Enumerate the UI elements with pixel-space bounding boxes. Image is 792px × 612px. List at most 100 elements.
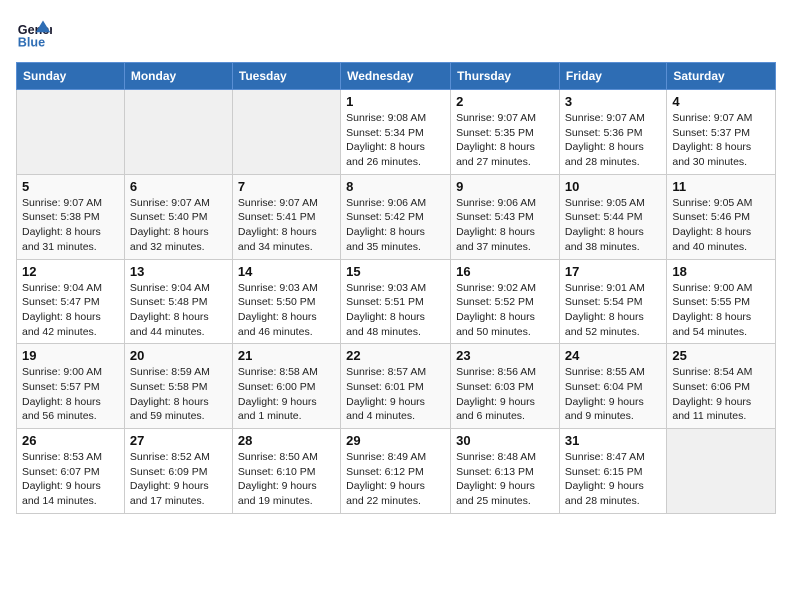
day-info: Sunrise: 8:48 AM Sunset: 6:13 PM Dayligh…	[456, 450, 554, 509]
day-info: Sunrise: 8:53 AM Sunset: 6:07 PM Dayligh…	[22, 450, 119, 509]
day-number: 4	[672, 94, 770, 109]
svg-text:Blue: Blue	[18, 36, 45, 50]
day-number: 3	[565, 94, 661, 109]
day-number: 30	[456, 433, 554, 448]
calendar-cell: 28Sunrise: 8:50 AM Sunset: 6:10 PM Dayli…	[232, 429, 340, 514]
day-number: 25	[672, 348, 770, 363]
day-info: Sunrise: 9:07 AM Sunset: 5:37 PM Dayligh…	[672, 111, 770, 170]
day-info: Sunrise: 8:54 AM Sunset: 6:06 PM Dayligh…	[672, 365, 770, 424]
week-row-4: 19 Sunrise: 9:00 AM Sunset: 5:57 PM Dayli…	[17, 344, 776, 429]
calendar-cell: 22 Sunrise: 8:57 AM Sunset: 6:01 PM Dayli…	[341, 344, 451, 429]
day-info: Sunrise: 9:05 AM Sunset: 5:44 PM Dayligh…	[565, 196, 661, 255]
calendar-cell	[232, 90, 340, 175]
day-info: Sunrise: 8:58 AM Sunset: 6:00 PM Dayligh…	[238, 365, 335, 424]
calendar-cell: 1 Sunrise: 9:08 AM Sunset: 5:34 PM Daylig…	[341, 90, 451, 175]
day-info: Sunrise: 8:49 AM Sunset: 6:12 PM Dayligh…	[346, 450, 445, 509]
day-info: Sunrise: 9:00 AM Sunset: 5:57 PM Dayligh…	[22, 365, 119, 424]
calendar-cell: 16 Sunrise: 9:02 AM Sunset: 5:52 PM Dayli…	[451, 259, 560, 344]
day-number: 19	[22, 348, 119, 363]
day-info: Sunrise: 9:07 AM Sunset: 5:41 PM Dayligh…	[238, 196, 335, 255]
day-number: 14	[238, 264, 335, 279]
day-number: 1	[346, 94, 445, 109]
calendar-cell: 3 Sunrise: 9:07 AM Sunset: 5:36 PM Daylig…	[559, 90, 666, 175]
day-number: 16	[456, 264, 554, 279]
calendar-cell: 11Sunrise: 9:05 AM Sunset: 5:46 PM Dayli…	[667, 174, 776, 259]
calendar-cell	[124, 90, 232, 175]
logo-icon: General Blue	[16, 16, 52, 52]
calendar-cell: 18Sunrise: 9:00 AM Sunset: 5:55 PM Dayli…	[667, 259, 776, 344]
day-info: Sunrise: 9:07 AM Sunset: 5:40 PM Dayligh…	[130, 196, 227, 255]
day-info: Sunrise: 9:03 AM Sunset: 5:50 PM Dayligh…	[238, 281, 335, 340]
day-info: Sunrise: 9:06 AM Sunset: 5:43 PM Dayligh…	[456, 196, 554, 255]
page-header: General Blue	[16, 16, 776, 52]
day-number: 13	[130, 264, 227, 279]
day-number: 22	[346, 348, 445, 363]
day-header-saturday: Saturday	[667, 63, 776, 90]
calendar-cell: 9 Sunrise: 9:06 AM Sunset: 5:43 PM Daylig…	[451, 174, 560, 259]
week-row-1: 1 Sunrise: 9:08 AM Sunset: 5:34 PM Daylig…	[17, 90, 776, 175]
day-info: Sunrise: 8:52 AM Sunset: 6:09 PM Dayligh…	[130, 450, 227, 509]
day-header-monday: Monday	[124, 63, 232, 90]
week-row-5: 26 Sunrise: 8:53 AM Sunset: 6:07 PM Dayli…	[17, 429, 776, 514]
calendar-cell: 2 Sunrise: 9:07 AM Sunset: 5:35 PM Daylig…	[451, 90, 560, 175]
day-number: 5	[22, 179, 119, 194]
day-number: 28	[238, 433, 335, 448]
calendar-cell: 13 Sunrise: 9:04 AM Sunset: 5:48 PM Dayli…	[124, 259, 232, 344]
day-number: 8	[346, 179, 445, 194]
week-row-2: 5 Sunrise: 9:07 AM Sunset: 5:38 PM Daylig…	[17, 174, 776, 259]
calendar-cell: 15Sunrise: 9:03 AM Sunset: 5:51 PM Dayli…	[341, 259, 451, 344]
day-info: Sunrise: 8:47 AM Sunset: 6:15 PM Dayligh…	[565, 450, 661, 509]
calendar-cell: 26 Sunrise: 8:53 AM Sunset: 6:07 PM Dayli…	[17, 429, 125, 514]
calendar-cell: 12 Sunrise: 9:04 AM Sunset: 5:47 PM Dayli…	[17, 259, 125, 344]
day-number: 9	[456, 179, 554, 194]
day-info: Sunrise: 9:00 AM Sunset: 5:55 PM Dayligh…	[672, 281, 770, 340]
day-info: Sunrise: 8:56 AM Sunset: 6:03 PM Dayligh…	[456, 365, 554, 424]
calendar-cell: 4 Sunrise: 9:07 AM Sunset: 5:37 PM Daylig…	[667, 90, 776, 175]
day-info: Sunrise: 9:07 AM Sunset: 5:35 PM Dayligh…	[456, 111, 554, 170]
calendar-cell: 29 Sunrise: 8:49 AM Sunset: 6:12 PM Dayli…	[341, 429, 451, 514]
calendar-cell: 24 Sunrise: 8:55 AM Sunset: 6:04 PM Dayli…	[559, 344, 666, 429]
day-header-tuesday: Tuesday	[232, 63, 340, 90]
day-number: 12	[22, 264, 119, 279]
day-number: 21	[238, 348, 335, 363]
calendar-cell	[17, 90, 125, 175]
day-info: Sunrise: 9:02 AM Sunset: 5:52 PM Dayligh…	[456, 281, 554, 340]
day-info: Sunrise: 9:01 AM Sunset: 5:54 PM Dayligh…	[565, 281, 661, 340]
day-header-thursday: Thursday	[451, 63, 560, 90]
day-header-wednesday: Wednesday	[341, 63, 451, 90]
calendar-cell: 17Sunrise: 9:01 AM Sunset: 5:54 PM Dayli…	[559, 259, 666, 344]
day-number: 27	[130, 433, 227, 448]
day-number: 24	[565, 348, 661, 363]
day-info: Sunrise: 8:59 AM Sunset: 5:58 PM Dayligh…	[130, 365, 227, 424]
week-row-3: 12 Sunrise: 9:04 AM Sunset: 5:47 PM Dayli…	[17, 259, 776, 344]
calendar-cell	[667, 429, 776, 514]
calendar-cell: 6Sunrise: 9:07 AM Sunset: 5:40 PM Daylig…	[124, 174, 232, 259]
day-number: 10	[565, 179, 661, 194]
calendar-cell: 23 Sunrise: 8:56 AM Sunset: 6:03 PM Dayli…	[451, 344, 560, 429]
calendar-cell: 25 Sunrise: 8:54 AM Sunset: 6:06 PM Dayli…	[667, 344, 776, 429]
day-number: 23	[456, 348, 554, 363]
day-info: Sunrise: 9:03 AM Sunset: 5:51 PM Dayligh…	[346, 281, 445, 340]
calendar-cell: 27 Sunrise: 8:52 AM Sunset: 6:09 PM Dayli…	[124, 429, 232, 514]
logo: General Blue	[16, 16, 56, 52]
day-info: Sunrise: 9:07 AM Sunset: 5:38 PM Dayligh…	[22, 196, 119, 255]
day-info: Sunrise: 8:55 AM Sunset: 6:04 PM Dayligh…	[565, 365, 661, 424]
day-number: 26	[22, 433, 119, 448]
day-info: Sunrise: 8:57 AM Sunset: 6:01 PM Dayligh…	[346, 365, 445, 424]
calendar-cell: 10 Sunrise: 9:05 AM Sunset: 5:44 PM Dayli…	[559, 174, 666, 259]
day-info: Sunrise: 9:04 AM Sunset: 5:48 PM Dayligh…	[130, 281, 227, 340]
calendar-cell: 14 Sunrise: 9:03 AM Sunset: 5:50 PM Dayli…	[232, 259, 340, 344]
day-info: Sunrise: 9:06 AM Sunset: 5:42 PM Dayligh…	[346, 196, 445, 255]
day-info: Sunrise: 9:08 AM Sunset: 5:34 PM Dayligh…	[346, 111, 445, 170]
day-info: Sunrise: 9:04 AM Sunset: 5:47 PM Dayligh…	[22, 281, 119, 340]
calendar-cell: 20Sunrise: 8:59 AM Sunset: 5:58 PM Dayli…	[124, 344, 232, 429]
days-header-row: SundayMondayTuesdayWednesdayThursdayFrid…	[17, 63, 776, 90]
day-header-friday: Friday	[559, 63, 666, 90]
day-header-sunday: Sunday	[17, 63, 125, 90]
day-number: 29	[346, 433, 445, 448]
calendar-cell: 19 Sunrise: 9:00 AM Sunset: 5:57 PM Dayli…	[17, 344, 125, 429]
day-number: 2	[456, 94, 554, 109]
day-number: 7	[238, 179, 335, 194]
calendar-cell: 8 Sunrise: 9:06 AM Sunset: 5:42 PM Daylig…	[341, 174, 451, 259]
day-info: Sunrise: 9:07 AM Sunset: 5:36 PM Dayligh…	[565, 111, 661, 170]
